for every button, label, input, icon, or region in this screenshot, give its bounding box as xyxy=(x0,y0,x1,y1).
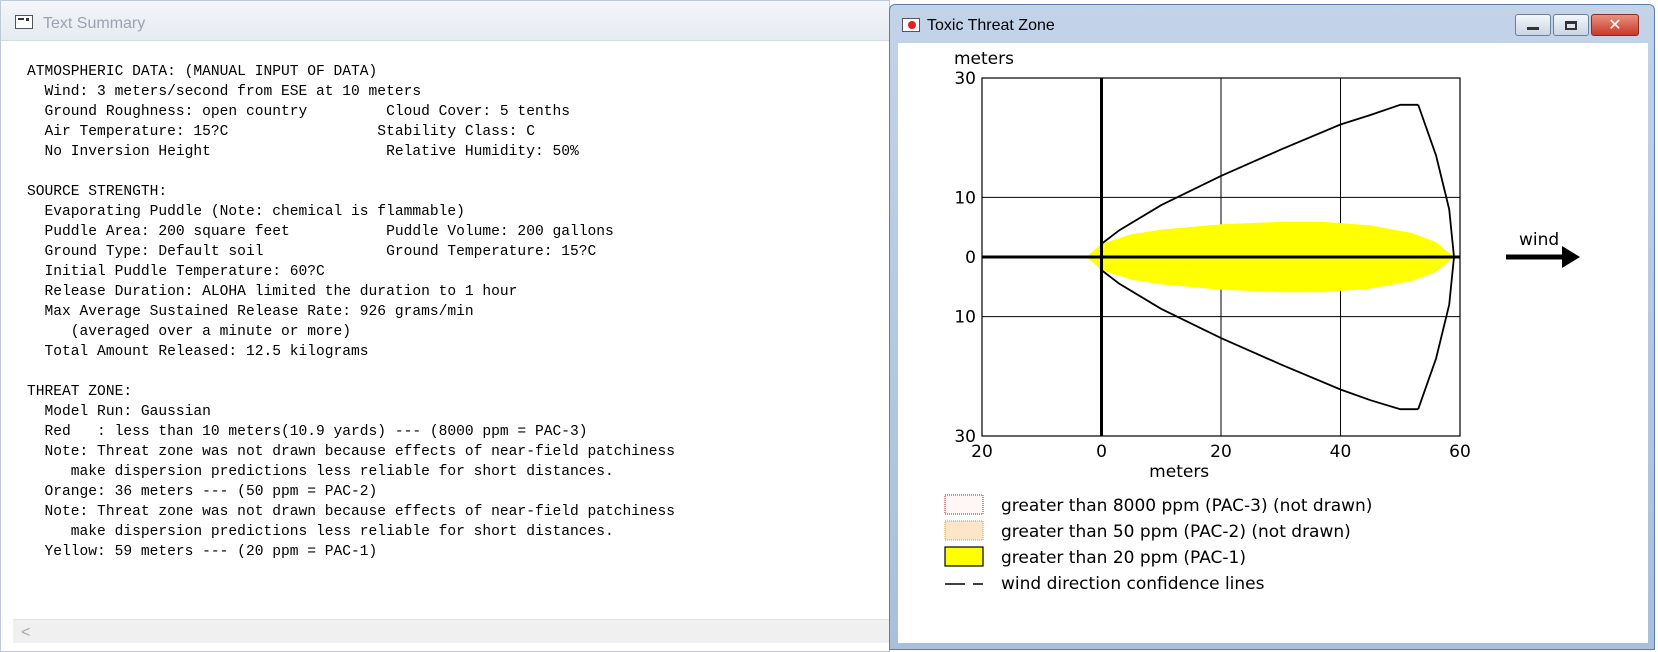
threat-zone-app-icon xyxy=(902,18,920,32)
close-icon: ✕ xyxy=(1608,15,1622,34)
horizontal-scrollbar[interactable]: < xyxy=(13,619,889,643)
legend-label: greater than 8000 ppm (PAC-3) (not drawn… xyxy=(1001,496,1372,516)
summary-text-pane[interactable]: ATMOSPHERIC DATA: (MANUAL INPUT OF DATA)… xyxy=(13,41,889,619)
y-tick-label: 10 xyxy=(954,308,976,328)
x-tick-label: 0 xyxy=(1096,442,1107,462)
y-tick-label: 0 xyxy=(965,248,976,268)
legend-label: greater than 50 ppm (PAC-2) (not drawn) xyxy=(1001,522,1351,542)
wind-label: wind xyxy=(1519,230,1559,250)
y-tick-label: 30 xyxy=(954,427,976,447)
threat-zone-titlebar[interactable]: Toxic Threat Zone ✕ xyxy=(890,5,1654,39)
maximize-button[interactable] xyxy=(1553,14,1589,36)
summary-line: Orange: 36 meters --- (50 ppm = PAC-2) xyxy=(27,484,378,500)
legend-swatch-pac2 xyxy=(944,520,984,541)
summary-line xyxy=(27,362,675,382)
summary-line: Yellow: 59 meters --- (20 ppm = PAC-1) xyxy=(27,544,378,560)
summary-line: Max Average Sustained Release Rate: 926 … xyxy=(27,304,474,320)
threat-zone-chart: 20 0 20 40 60301001030 meters meters wind gr… xyxy=(944,49,1580,594)
summary-line: Note: Threat zone was not drawn because … xyxy=(27,444,676,460)
threat-zone-chart-pane: 20 0 20 40 60 30 10 0 10 30 meters meters wind gr… xyxy=(898,43,1648,643)
threat-zone-title: Toxic Threat Zone xyxy=(927,17,1055,34)
summary-line: Initial Puddle Temperature: 60?C xyxy=(27,264,325,280)
text-summary-title: Text Summary xyxy=(43,15,146,32)
x-tick-label: 20 xyxy=(1210,442,1232,462)
legend-swatch-pac1 xyxy=(944,546,984,567)
summary-line: Note: Threat zone was not drawn because … xyxy=(27,504,676,520)
legend-label: wind direction confidence lines xyxy=(1001,574,1265,594)
text-summary-window: Text Summary ATMOSPHERIC DATA: (MANUAL I… xyxy=(0,0,890,652)
summary-line: Red : less than 10 meters(10.9 yards) --… xyxy=(27,424,588,440)
summary-line: Ground Roughness: open country Cloud Cov… xyxy=(27,104,570,120)
wind-indicator: wind xyxy=(1506,230,1580,268)
summary-line: Wind: 3 meters/second from ESE at 10 met… xyxy=(27,84,422,100)
minimize-button[interactable] xyxy=(1515,14,1551,36)
maximize-icon xyxy=(1565,20,1577,30)
x-tick-label: 40 xyxy=(1330,442,1352,462)
summary-line: Ground Type: Default soil Ground Tempera… xyxy=(27,244,597,260)
summary-line: SOURCE STRENGTH: xyxy=(27,184,168,200)
summary-line: make dispersion predictions less reliabl… xyxy=(27,524,614,540)
summary-line: (averaged over a minute or more) xyxy=(27,324,352,340)
summary-text: ATMOSPHERIC DATA: (MANUAL INPUT OF DATA)… xyxy=(27,62,675,562)
x-axis-label: meters xyxy=(1149,462,1209,482)
minimize-icon xyxy=(1527,27,1539,30)
summary-line xyxy=(27,162,675,182)
x-tick-label: 60 xyxy=(1449,442,1471,462)
y-tick-label: 10 xyxy=(954,188,976,208)
summary-line: Air Temperature: 15?C Stability Class: C xyxy=(27,124,535,140)
summary-line: Evaporating Puddle (Note: chemical is fl… xyxy=(27,204,465,220)
text-summary-app-icon xyxy=(15,15,33,29)
scroll-left-icon[interactable]: < xyxy=(21,624,30,642)
summary-line: No Inversion Height Relative Humidity: 5… xyxy=(27,144,579,160)
summary-line: Release Duration: ALOHA limited the dura… xyxy=(27,284,518,300)
text-summary-titlebar[interactable]: Text Summary xyxy=(1,1,889,41)
y-tick-label: 30 xyxy=(954,69,976,89)
y-axis-label: meters xyxy=(954,49,1014,69)
toxic-threat-zone-window: Toxic Threat Zone ✕ 20 0 20 40 60 30 10 0 10 30 m… xyxy=(889,4,1655,650)
summary-line: make dispersion predictions less reliabl… xyxy=(27,464,614,480)
legend-swatch-pac3 xyxy=(944,494,984,515)
wind-arrow-icon xyxy=(1562,246,1580,268)
summary-line: Total Amount Released: 12.5 kilograms xyxy=(27,344,369,360)
summary-line: ATMOSPHERIC DATA: (MANUAL INPUT OF DATA) xyxy=(27,64,378,80)
close-button[interactable]: ✕ xyxy=(1591,14,1639,36)
legend-label: greater than 20 ppm (PAC-1) xyxy=(1001,548,1246,568)
summary-line: Model Run: Gaussian xyxy=(27,404,211,420)
legend: greater than 8000 ppm (PAC-3) (not drawn… xyxy=(944,494,1372,594)
summary-line: THREAT ZONE: xyxy=(27,384,133,400)
summary-line: Puddle Area: 200 square feet Puddle Volu… xyxy=(27,224,614,240)
